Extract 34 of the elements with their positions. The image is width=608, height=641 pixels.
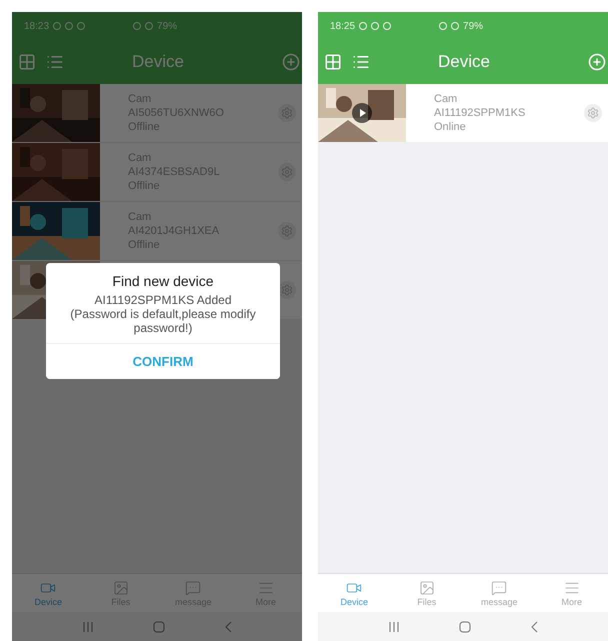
recent-apps-icon[interactable] [388, 620, 400, 632]
status-time: 18:25 [330, 20, 356, 32]
tab[interactable]: Device [318, 574, 390, 612]
play-icon[interactable] [352, 103, 372, 123]
back-icon[interactable] [224, 620, 232, 632]
add-icon[interactable] [588, 53, 606, 71]
list-view-icon[interactable] [46, 53, 64, 71]
home-icon[interactable] [152, 620, 165, 632]
home-icon[interactable] [458, 620, 471, 632]
chat-icon [491, 580, 508, 596]
device-id: AI11192SPPM1KS [434, 106, 526, 120]
screen-title: Device [131, 52, 185, 72]
device-name: Cam [434, 92, 458, 106]
tab[interactable]: More [536, 574, 608, 612]
grid-view-icon[interactable] [324, 53, 342, 71]
recent-apps-icon[interactable] [82, 620, 94, 632]
tab[interactable]: Device [12, 574, 84, 612]
battery-level: 79% [157, 20, 178, 32]
device-status: Online [434, 120, 467, 134]
list-view-icon[interactable] [352, 53, 370, 71]
battery-level: 79% [463, 20, 484, 32]
tab[interactable]: message [463, 574, 536, 612]
chat-icon [185, 580, 202, 596]
dialog-title: Find new device [112, 273, 214, 289]
image-icon [418, 580, 435, 596]
back-icon[interactable] [530, 620, 538, 632]
screen-title: Device [437, 52, 491, 72]
tab[interactable]: Files [390, 574, 463, 612]
status-time: 18:23 [24, 20, 50, 32]
confirm-button[interactable]: CONFIRM [46, 343, 280, 379]
dialog-message: AI11192SPPM1KS Added (Password is default,please modify password!) [69, 293, 257, 335]
add-icon[interactable] [282, 53, 300, 71]
grid-view-icon[interactable] [18, 53, 36, 71]
image-icon [112, 580, 129, 596]
